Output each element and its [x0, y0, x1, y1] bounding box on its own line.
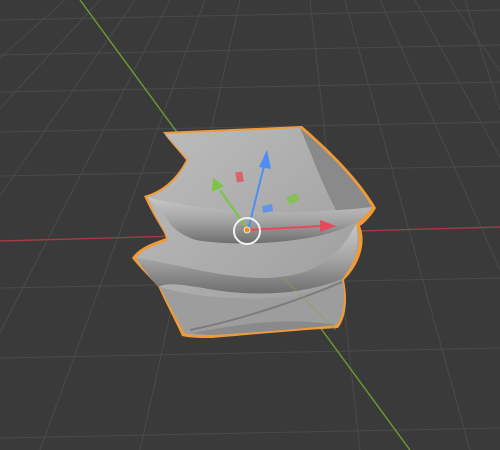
- viewport-canvas[interactable]: [0, 0, 500, 450]
- object-origin-dot: [243, 226, 251, 234]
- mesh-object[interactable]: [132, 126, 376, 338]
- 3d-viewport[interactable]: [0, 0, 500, 450]
